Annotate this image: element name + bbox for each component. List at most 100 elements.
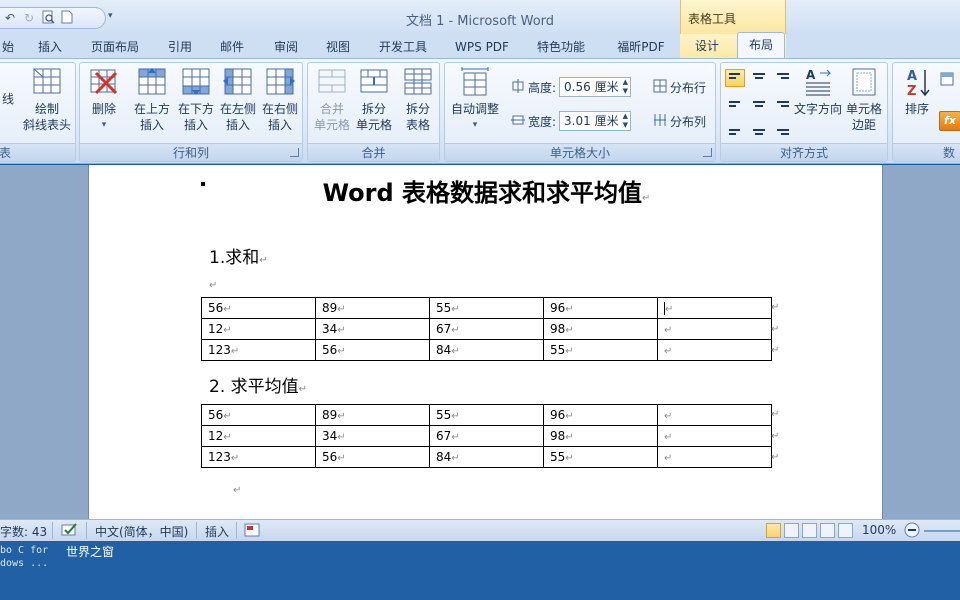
table-cell[interactable]: 56↵ [201,297,316,319]
table-cell[interactable]: ↵ [657,425,772,447]
split-cells-button[interactable]: 拆分 单元格 [352,67,396,133]
spelling-check-icon[interactable] [60,522,80,541]
merge-cells-button[interactable]: 合并 单元格 [310,67,354,133]
full-screen-reading-view-button[interactable] [784,523,799,538]
insert-mode[interactable]: 插入 [205,523,229,540]
taskbar-program[interactable]: bo C for dows ... [0,544,48,570]
row-end-mark: ↵ [771,324,780,335]
table-cell[interactable]: ↵ [657,404,772,426]
tab-review[interactable]: 审阅 [266,38,306,58]
table-cell-active[interactable]: ↵ [657,297,772,319]
row-height-icon [511,78,525,96]
table-cell[interactable]: 56↵ [201,404,316,426]
zoom-out-icon[interactable] [904,522,920,541]
table-cell[interactable]: ↵ [657,339,772,361]
draft-view-button[interactable] [838,523,853,538]
draw-diagonal-header-button[interactable]: 绘制 斜线表头 [19,67,75,133]
row-height-input[interactable]: 0.56 厘米 ▲ ▼ [559,77,632,97]
table-cell[interactable]: 55↵ [543,339,658,361]
delete-button[interactable]: 删除 ▾ [84,67,124,133]
macro-record-icon[interactable] [244,523,260,540]
sum-table[interactable]: 56↵ 89↵ 55↵ 96↵ ↵ 12↵ 34↵ 67↵ 98↵ ↵ 123↵… [201,297,772,361]
distribute-columns-button[interactable]: 分布列 [653,113,706,130]
table-cell[interactable]: 96↵ [543,297,658,319]
table-cell[interactable]: 56↵ [315,446,430,468]
table-cell[interactable]: 84↵ [429,446,544,468]
align-bottom-left-button[interactable] [725,121,745,139]
sort-button[interactable]: AZ 排序 [897,67,937,117]
align-bottom-center-button[interactable] [749,121,769,139]
tab-page-layout[interactable]: 页面布局 [84,38,146,58]
word-count[interactable]: 字数: 43 [0,523,47,540]
tab-foxit-pdf[interactable]: 福昕PDF [610,38,672,58]
align-middle-center-button[interactable] [749,95,769,113]
draw-table-button[interactable]: 线 [0,91,19,107]
insert-above-button[interactable]: 在上方 插入 [130,67,174,133]
zoom-level[interactable]: 100% [862,523,896,537]
align-bottom-right-button[interactable] [773,121,793,139]
group-label-merge: 合并 [308,143,439,161]
tab-mailings[interactable]: 邮件 [212,38,252,58]
status-divider [236,522,237,539]
web-layout-view-button[interactable] [802,523,817,538]
tab-layout[interactable]: 布局 [737,32,785,59]
table-cell[interactable]: 67↵ [429,318,544,340]
table-cell[interactable]: 55↵ [429,404,544,426]
column-width-spinner-icon[interactable]: ▲ ▼ [623,112,628,130]
split-table-button[interactable]: 拆分 表格 [396,67,440,133]
table-cell[interactable]: 56↵ [315,339,430,361]
formula-fx-icon[interactable]: fx [939,111,960,131]
window-title: 文档 1 - Microsoft Word [405,14,555,29]
repeat-header-icon[interactable] [939,71,957,87]
table-cell[interactable]: 67↵ [429,425,544,447]
table-cell[interactable]: 34↵ [315,318,430,340]
insert-right-button[interactable]: 在右侧 插入 [258,67,302,133]
text-direction-button[interactable]: A 文字方向 [793,67,843,117]
tab-view[interactable]: 视图 [318,38,358,58]
tab-references[interactable]: 引用 [160,38,200,58]
column-width-input[interactable]: 3.01 厘米 ▲ ▼ [559,111,632,131]
cell-size-launcher-icon[interactable] [703,148,712,157]
align-top-center-button[interactable] [749,69,769,87]
table-cell[interactable]: ↵ [657,446,772,468]
table-cell[interactable]: ↵ [657,318,772,340]
align-middle-left-button[interactable] [725,95,745,113]
rows-columns-launcher-icon[interactable] [290,148,299,157]
row-height-spinner-icon[interactable]: ▲ ▼ [623,78,628,96]
language-indicator[interactable]: 中文(简体，中国) [95,523,188,540]
table-cell[interactable]: 12↵ [201,318,316,340]
table-cell[interactable]: 98↵ [543,425,658,447]
align-middle-right-button[interactable] [773,95,793,113]
tab-wps-pdf[interactable]: WPS PDF [448,38,516,58]
align-top-left-button[interactable] [725,69,745,87]
table-cell[interactable]: 34↵ [315,425,430,447]
table-cell[interactable]: 123↵ [201,446,316,468]
distribute-rows-button[interactable]: 分布行 [653,79,706,96]
tab-design[interactable]: 设计 [680,34,734,58]
table-cell[interactable]: 123↵ [201,339,316,361]
tab-insert[interactable]: 插入 [30,38,70,58]
taskbar-item-browser[interactable]: 世界之窗 [66,543,114,560]
tab-developer[interactable]: 开发工具 [372,38,434,58]
table-cell[interactable]: 89↵ [315,297,430,319]
outline-view-button[interactable] [820,523,835,538]
table-cell[interactable]: 55↵ [543,446,658,468]
print-layout-view-button[interactable] [766,523,781,538]
document-page[interactable]: Word 表格数据求和求平均值↵ 1.求和↵ ↵ 56↵ 89↵ 55↵ 96↵… [88,165,883,519]
align-top-right-button[interactable] [773,69,793,87]
tab-home[interactable]: 始 [0,38,16,58]
insert-below-button[interactable]: 在下方 插入 [174,67,218,133]
table-cell[interactable]: 12↵ [201,425,316,447]
insert-left-button[interactable]: 在左侧 插入 [216,67,260,133]
autofit-button[interactable]: 自动调整 ▾ [447,67,503,133]
table-cell[interactable]: 89↵ [315,404,430,426]
table-cell[interactable]: 98↵ [543,318,658,340]
table-cell[interactable]: 55↵ [429,297,544,319]
table-cell[interactable]: 96↵ [543,404,658,426]
tab-special-features[interactable]: 特色功能 [530,38,592,58]
cell-margins-button[interactable]: 单元格 边距 [841,67,887,133]
average-table[interactable]: 56↵ 89↵ 55↵ 96↵ ↵ 12↵ 34↵ 67↵ 98↵ ↵ 123↵… [201,404,772,468]
table-cell[interactable]: 84↵ [429,339,544,361]
table-row: 123↵ 56↵ 84↵ 55↵ ↵ [201,339,772,361]
zoom-slider[interactable] [924,530,960,532]
